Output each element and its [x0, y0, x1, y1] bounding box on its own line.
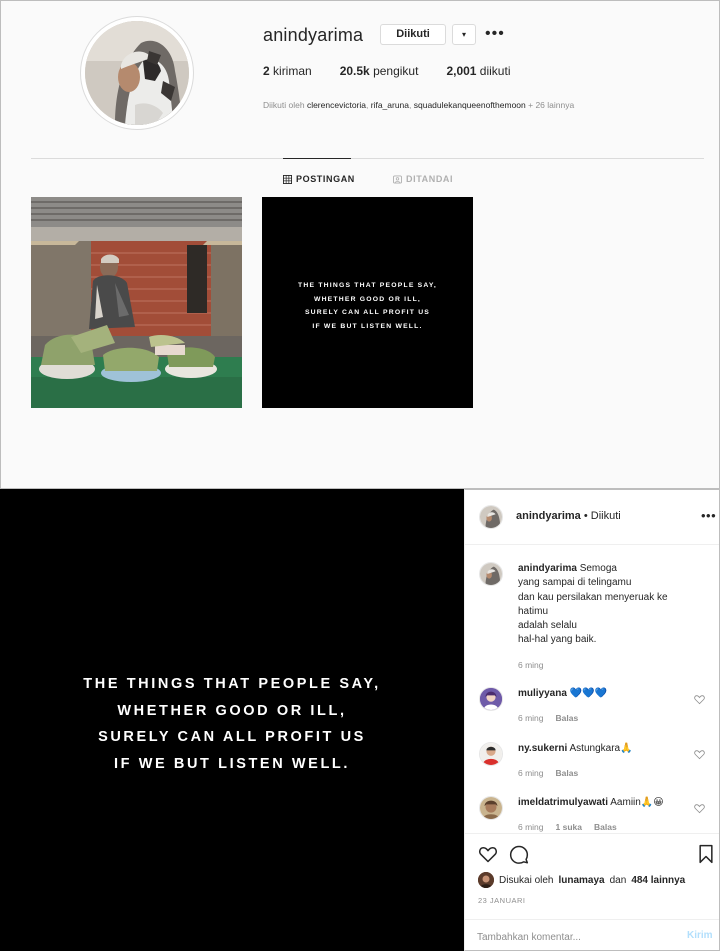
stat-followers[interactable]: 20.5k pengikut: [340, 64, 419, 78]
comment-text: imeldatrimulyawati Aamiin🙏😀: [518, 797, 664, 808]
comment-username[interactable]: muliyyana: [518, 688, 567, 699]
heart-icon[interactable]: [694, 749, 705, 760]
comment-meta: 6 ming 1 suka Balas: [518, 822, 617, 832]
profile-stats: 2 kiriman 20.5k pengikut 2,001 diikuti: [263, 64, 538, 78]
post-modal: THE THINGS THAT PEOPLE SAY, WHETHER GOOD…: [0, 489, 720, 951]
market-photo: [31, 197, 242, 408]
avatar[interactable]: [479, 505, 503, 529]
timestamp[interactable]: 6 ming: [518, 713, 544, 723]
avatar[interactable]: [479, 796, 503, 820]
thumbnail-quote-text: THE THINGS THAT PEOPLE SAY, WHETHER GOOD…: [298, 282, 437, 330]
post-quote-text: THE THINGS THAT PEOPLE SAY, WHETHER GOOD…: [83, 676, 381, 772]
profile-photo-image: [85, 21, 189, 125]
comment-username[interactable]: imeldatrimulyawati: [518, 797, 608, 808]
tag-icon: [393, 174, 402, 184]
avatar[interactable]: [479, 742, 503, 766]
reply-button[interactable]: Balas: [594, 822, 617, 832]
heart-icon[interactable]: [694, 803, 705, 814]
comment-text: ny.sukerni Astungkara🙏: [518, 743, 633, 754]
avatar[interactable]: [479, 562, 503, 586]
comment-likes[interactable]: 1 suka: [556, 822, 582, 832]
bookmark-icon[interactable]: [696, 844, 716, 864]
avatar[interactable]: [479, 687, 503, 711]
profile-page: anindyarima Diikuti ▾ ••• 2 kiriman 20.5…: [0, 0, 720, 489]
grid-icon: [283, 174, 292, 184]
caption-meta: 6 ming: [518, 660, 544, 670]
followed-by-text: Diikuti oleh clerencevictoria, rifa_arun…: [263, 100, 575, 110]
post-thumbnail[interactable]: THE THINGS THAT PEOPLE SAY, WHETHER GOOD…: [262, 197, 473, 408]
comment-icon[interactable]: [509, 844, 529, 864]
post-image[interactable]: THE THINGS THAT PEOPLE SAY, WHETHER GOOD…: [0, 489, 464, 951]
post-author[interactable]: anindyarima • Diikuti: [516, 510, 621, 522]
comments-list[interactable]: anindyarima Semoga yang sampai di teling…: [465, 546, 719, 833]
active-tab-indicator: [283, 158, 351, 159]
tabs-divider: [31, 158, 704, 159]
post-caption: anindyarima Semoga yang sampai di teling…: [518, 563, 668, 646]
stat-posts: 2 kiriman: [263, 64, 312, 78]
comment-text: muliyyana 💙💙💙: [518, 688, 608, 699]
tab-posts[interactable]: POSTINGAN: [283, 174, 355, 184]
timestamp[interactable]: 6 ming: [518, 768, 544, 778]
reply-button[interactable]: Balas: [556, 713, 579, 723]
post-header: anindyarima • Diikuti •••: [465, 490, 719, 545]
stat-following[interactable]: 2,001 diikuti: [446, 64, 510, 78]
heart-icon[interactable]: [478, 844, 498, 864]
tab-tagged[interactable]: DITANDAI: [393, 174, 453, 184]
reply-button[interactable]: Balas: [556, 768, 579, 778]
timestamp[interactable]: 6 ming: [518, 660, 544, 670]
followed-by-link[interactable]: squadulekanqueenofthemoon: [414, 100, 526, 110]
followed-by-link[interactable]: rifa_aruna: [371, 100, 409, 110]
post-sidebar: anindyarima • Diikuti ••• anindyarima Se…: [464, 489, 720, 951]
add-comment-bar: Kirim: [465, 919, 719, 951]
comment-input[interactable]: [477, 929, 657, 945]
comment-username[interactable]: ny.sukerni: [518, 743, 567, 754]
caption-username[interactable]: anindyarima: [518, 563, 577, 574]
send-comment-button[interactable]: Kirim: [687, 930, 713, 941]
post-thumbnail[interactable]: [31, 197, 242, 408]
timestamp[interactable]: 6 ming: [518, 822, 544, 832]
chevron-down-icon[interactable]: ▾: [452, 24, 476, 45]
profile-photo: [85, 21, 189, 125]
liker-username[interactable]: lunamaya: [558, 875, 604, 886]
comment-meta: 6 ming Balas: [518, 713, 578, 723]
profile-username: anindyarima: [263, 25, 364, 45]
likes-summary: Disukai oleh lunamaya dan 484 lainnya: [478, 872, 685, 888]
avatar[interactable]: [478, 872, 494, 888]
post-date[interactable]: 23 JANUARI: [478, 896, 526, 905]
more-options-icon[interactable]: •••: [485, 24, 505, 44]
followed-by-link[interactable]: clerencevictoria: [307, 100, 366, 110]
likes-count[interactable]: 484 lainnya: [631, 875, 685, 886]
post-actions: Disukai oleh lunamaya dan 484 lainnya 23…: [465, 833, 719, 951]
comment-meta: 6 ming Balas: [518, 768, 578, 778]
profile-avatar[interactable]: [80, 16, 194, 130]
heart-icon[interactable]: [694, 694, 705, 705]
following-button[interactable]: Diikuti: [380, 24, 446, 45]
more-options-icon[interactable]: •••: [701, 508, 716, 523]
